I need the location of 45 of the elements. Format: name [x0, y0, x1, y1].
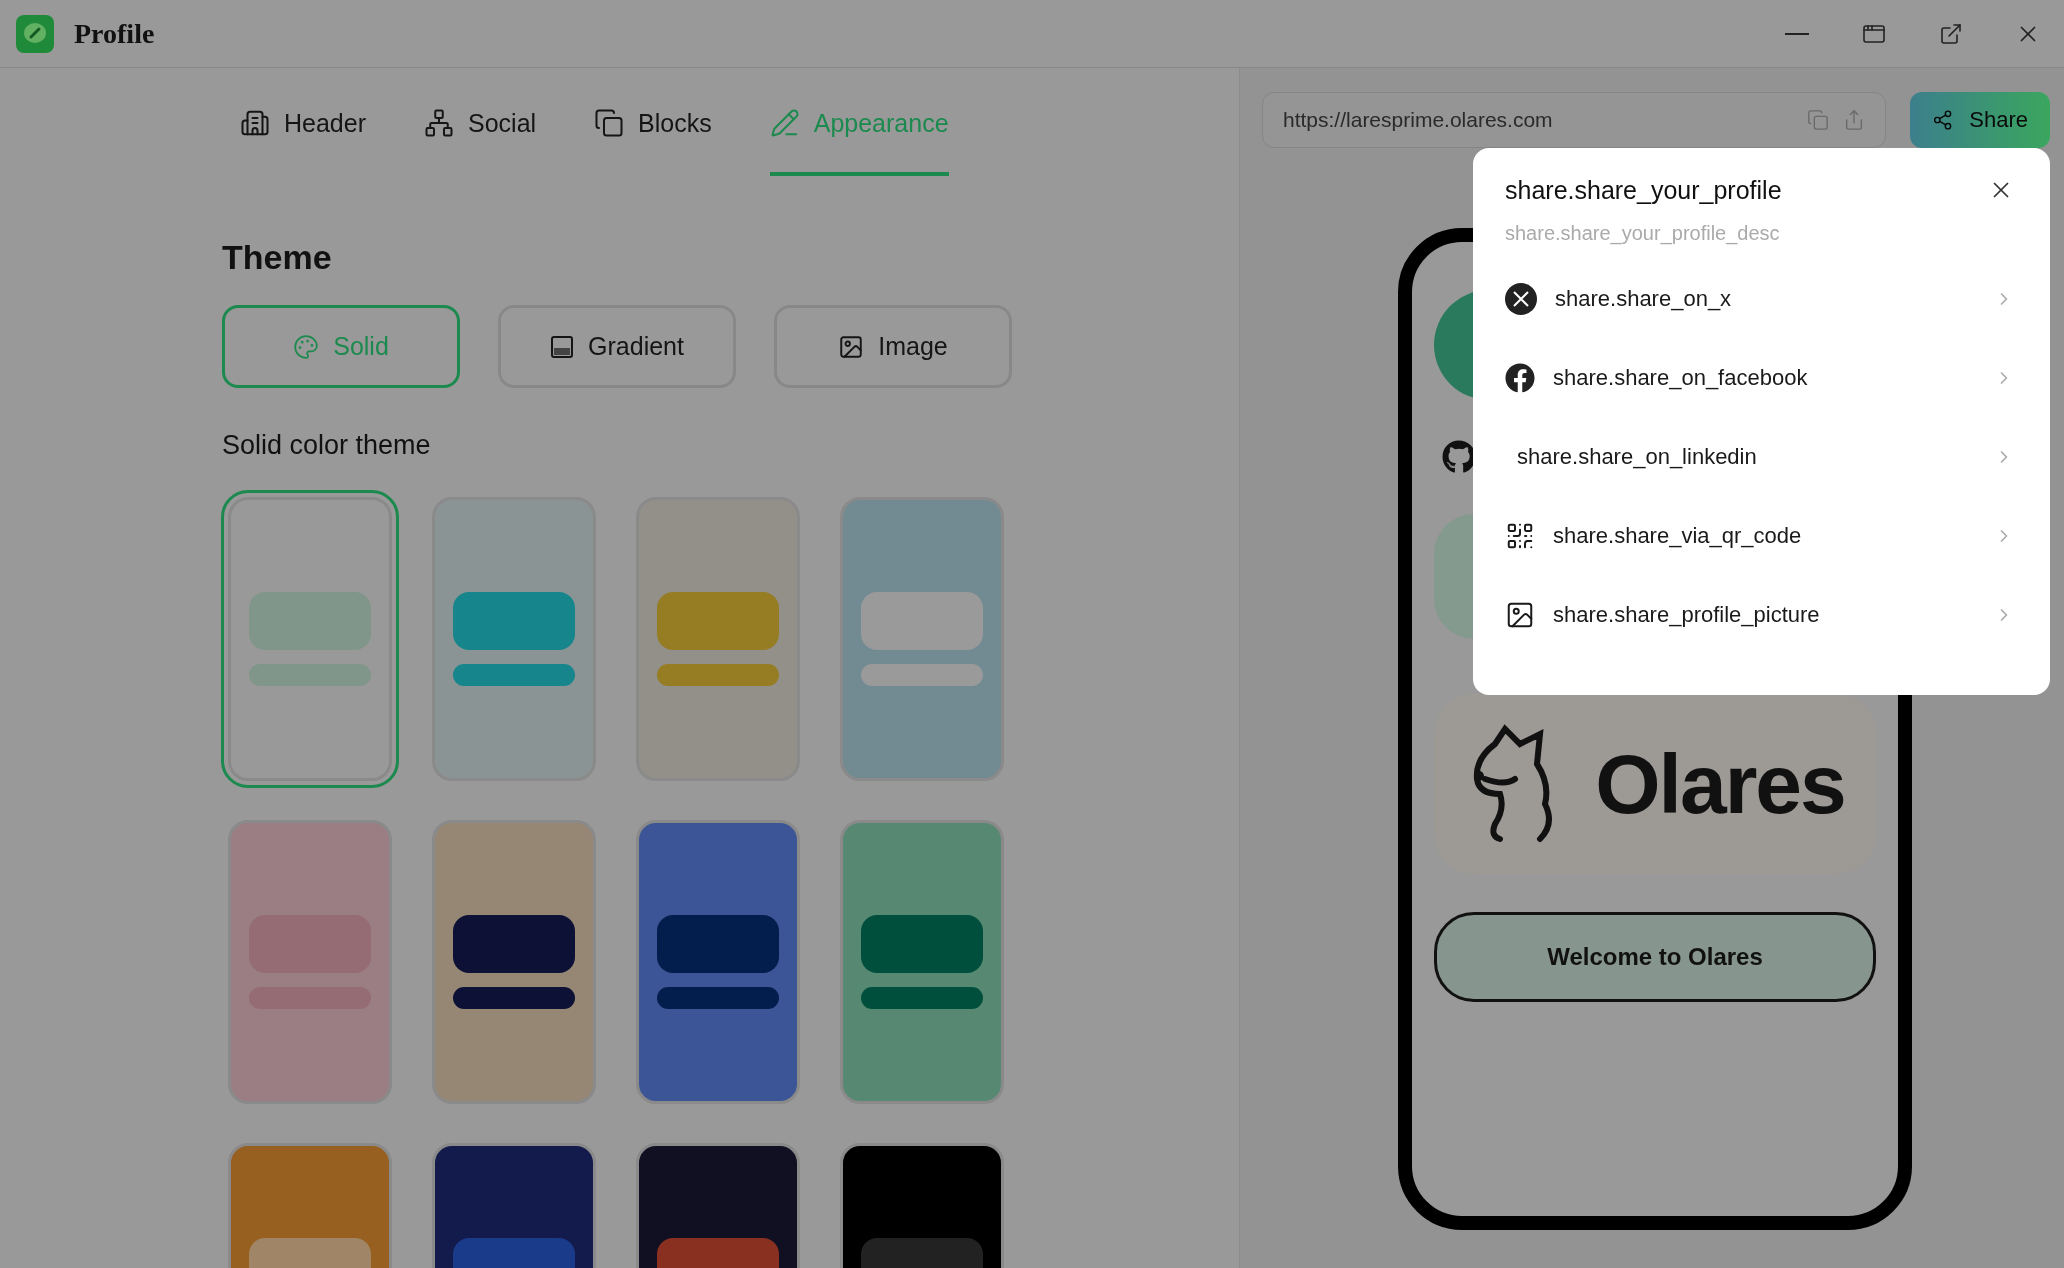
copy-icon	[1807, 109, 1829, 131]
share-icon	[1843, 109, 1865, 131]
dialog-description: share.share_your_profile_desc	[1505, 222, 1781, 245]
share-button[interactable]: Share	[1910, 92, 2050, 148]
app-logo-icon	[16, 14, 54, 53]
theme-swatch[interactable]	[432, 497, 596, 781]
network-icon	[424, 108, 454, 138]
image-icon	[838, 333, 865, 360]
theme-swatch[interactable]	[840, 497, 1004, 781]
tab[interactable]: Social	[424, 74, 537, 176]
theme-swatch[interactable]	[636, 497, 800, 781]
building-icon	[240, 108, 270, 138]
share-option[interactable]: share.share_on_x	[1505, 259, 2014, 338]
theme-swatch[interactable]	[432, 820, 596, 1104]
section-heading: Theme	[222, 238, 333, 277]
welcome-button[interactable]: Welcome to Olares	[1434, 912, 1876, 1002]
subsection-heading: Solid color theme	[222, 430, 432, 461]
copy-icon	[594, 108, 625, 138]
theme-swatch[interactable]	[840, 820, 1004, 1104]
url-field[interactable]: https://laresprime.olares.com	[1262, 92, 1886, 148]
tab[interactable]: Header	[240, 74, 366, 176]
pencil-icon	[769, 108, 800, 138]
palette-icon	[293, 333, 320, 360]
dialog-title: share.share_your_profile	[1505, 175, 1782, 205]
external-link-icon	[1939, 21, 1963, 46]
url-text: https://laresprime.olares.com	[1283, 108, 1554, 132]
facebook-icon	[1505, 362, 1535, 393]
minimize-icon	[1785, 32, 1809, 35]
share-option[interactable]: share.share_on_linkedin	[1505, 417, 2014, 496]
share-option[interactable]: share.share_on_facebook	[1505, 338, 2014, 417]
share-icon	[1932, 108, 1954, 132]
copy-button[interactable]	[1807, 109, 1829, 131]
theme-swatch[interactable]	[636, 820, 800, 1104]
logo-text: Olares	[1595, 735, 1845, 833]
theme-option[interactable]: Gradient	[498, 305, 736, 388]
x-logo-icon	[1505, 282, 1537, 315]
tab[interactable]: Blocks	[594, 74, 712, 176]
share-option[interactable]: share.share_profile_picture	[1505, 575, 2014, 654]
window-title: Profile	[74, 17, 156, 50]
share-option[interactable]: share.share_via_qr_code	[1505, 496, 2014, 575]
theme-option[interactable]: Image	[774, 305, 1012, 388]
theme-swatch[interactable]	[228, 820, 392, 1104]
github-icon	[1442, 440, 1476, 474]
gradient-icon	[550, 334, 575, 359]
open-link-button[interactable]	[1843, 109, 1865, 131]
